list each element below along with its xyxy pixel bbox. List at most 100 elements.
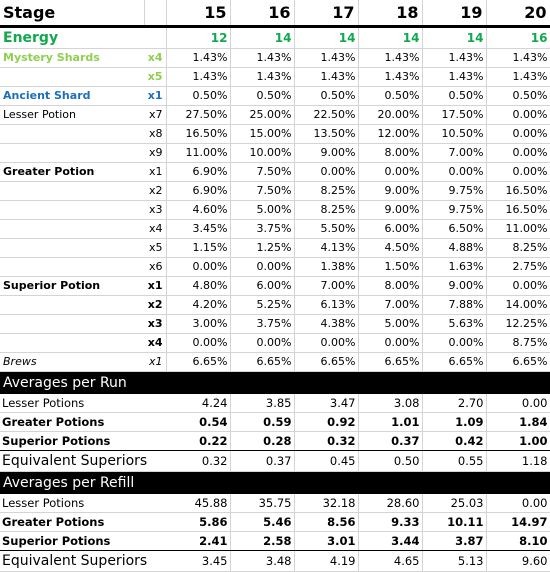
drop-item-label[interactable]: Lesser Potion <box>0 105 144 125</box>
drop-chance-cell[interactable]: 1.63% <box>422 257 487 277</box>
drop-quantity-multiplier[interactable]: x9 <box>144 143 167 163</box>
average-value-cell[interactable]: 2.41 <box>166 531 231 551</box>
average-label[interactable]: Greater Potions <box>0 412 166 432</box>
drop-chance-cell[interactable]: 5.00% <box>358 314 423 334</box>
stage-header-label[interactable]: Stage <box>0 0 145 28</box>
average-label[interactable]: Superior Potions <box>0 431 166 451</box>
average-value-cell[interactable]: 8.10 <box>486 531 550 551</box>
drop-chance-cell[interactable]: 7.50% <box>230 181 295 201</box>
drop-chance-cell[interactable]: 12.00% <box>358 124 423 144</box>
drop-chance-cell[interactable]: 0.00% <box>486 143 550 163</box>
drop-chance-cell[interactable]: 10.50% <box>422 124 487 144</box>
drop-quantity-multiplier[interactable]: x4 <box>144 333 167 353</box>
drop-item-label[interactable] <box>0 200 144 220</box>
drop-chance-cell[interactable]: 8.25% <box>294 181 359 201</box>
drop-chance-cell[interactable]: 13.50% <box>294 124 359 144</box>
energy-cost-cell[interactable]: 12 <box>166 26 231 49</box>
drop-chance-cell[interactable]: 8.25% <box>294 200 359 220</box>
drop-chance-cell[interactable]: 1.43% <box>294 48 359 68</box>
average-value-cell[interactable]: 10.11 <box>422 512 487 532</box>
drop-chance-cell[interactable]: 1.43% <box>230 67 295 87</box>
drop-chance-cell[interactable]: 1.43% <box>422 67 487 87</box>
average-value-cell[interactable]: 0.00 <box>486 393 550 413</box>
drop-chance-cell[interactable]: 11.00% <box>486 219 550 239</box>
drop-chance-cell[interactable]: 20.00% <box>358 105 423 125</box>
drop-chance-cell[interactable]: 22.50% <box>294 105 359 125</box>
drop-chance-cell[interactable]: 1.43% <box>486 48 550 68</box>
drop-chance-cell[interactable]: 0.50% <box>358 86 423 106</box>
energy-cost-cell[interactable]: 16 <box>486 26 550 49</box>
drop-chance-cell[interactable]: 0.00% <box>166 257 231 277</box>
average-value-cell[interactable]: 28.60 <box>358 493 423 513</box>
drop-chance-cell[interactable]: 1.43% <box>230 48 295 68</box>
drop-item-label[interactable] <box>0 181 144 201</box>
drop-item-label[interactable] <box>0 295 144 315</box>
stage-column-header[interactable]: 19 <box>422 0 487 28</box>
average-label[interactable]: Equivalent Superiors <box>0 550 166 572</box>
average-label[interactable]: Greater Potions <box>0 512 166 532</box>
average-value-cell[interactable]: 9.33 <box>358 512 423 532</box>
drop-item-label[interactable]: Mystery Shards <box>0 48 144 68</box>
drop-chance-cell[interactable]: 0.50% <box>486 86 550 106</box>
drop-chance-cell[interactable]: 9.00% <box>294 143 359 163</box>
drop-chance-cell[interactable]: 8.25% <box>486 238 550 258</box>
average-value-cell[interactable]: 3.47 <box>294 393 359 413</box>
drop-chance-cell[interactable]: 10.00% <box>230 143 295 163</box>
drop-chance-cell[interactable]: 1.43% <box>166 48 231 68</box>
drop-chance-cell[interactable]: 9.00% <box>422 276 487 296</box>
drop-chance-cell[interactable]: 0.00% <box>230 333 295 353</box>
drop-chance-cell[interactable]: 0.00% <box>486 276 550 296</box>
drop-chance-cell[interactable]: 1.43% <box>486 67 550 87</box>
average-value-cell[interactable]: 3.85 <box>230 393 295 413</box>
energy-label[interactable]: Energy <box>0 26 144 49</box>
average-value-cell[interactable]: 9.60 <box>486 550 550 572</box>
energy-cost-cell[interactable]: 14 <box>422 26 487 49</box>
drop-item-label[interactable]: Ancient Shard <box>0 86 144 106</box>
drop-chance-cell[interactable]: 6.65% <box>230 352 295 372</box>
drop-chance-cell[interactable]: 5.50% <box>294 219 359 239</box>
drop-chance-cell[interactable]: 0.50% <box>166 86 231 106</box>
drop-chance-cell[interactable]: 6.65% <box>166 352 231 372</box>
average-value-cell[interactable]: 0.37 <box>358 431 423 451</box>
drop-chance-cell[interactable]: 17.50% <box>422 105 487 125</box>
average-value-cell[interactable]: 3.45 <box>166 550 231 572</box>
drop-quantity-multiplier[interactable]: x4 <box>144 48 167 68</box>
stage-column-header[interactable]: 17 <box>294 0 359 28</box>
drop-chance-cell[interactable]: 1.43% <box>358 48 423 68</box>
drop-chance-cell[interactable]: 9.75% <box>422 200 487 220</box>
drop-chance-cell[interactable]: 4.38% <box>294 314 359 334</box>
header-empty-cell[interactable] <box>144 0 167 28</box>
drop-chance-cell[interactable]: 3.00% <box>166 314 231 334</box>
drop-chance-cell[interactable]: 0.50% <box>230 86 295 106</box>
average-value-cell[interactable]: 0.50 <box>358 450 423 472</box>
average-value-cell[interactable]: 1.09 <box>422 412 487 432</box>
drop-chance-cell[interactable]: 8.75% <box>486 333 550 353</box>
drop-chance-cell[interactable]: 1.43% <box>166 67 231 87</box>
drop-chance-cell[interactable]: 14.00% <box>486 295 550 315</box>
drop-chance-cell[interactable]: 6.00% <box>358 219 423 239</box>
drop-chance-cell[interactable]: 12.25% <box>486 314 550 334</box>
drop-chance-cell[interactable]: 3.75% <box>230 314 295 334</box>
average-value-cell[interactable]: 5.46 <box>230 512 295 532</box>
drop-chance-cell[interactable]: 16.50% <box>486 181 550 201</box>
drop-chance-cell[interactable]: 0.00% <box>166 333 231 353</box>
drop-chance-cell[interactable]: 5.63% <box>422 314 487 334</box>
drop-chance-cell[interactable]: 6.90% <box>166 162 231 182</box>
average-value-cell[interactable]: 3.48 <box>230 550 295 572</box>
drop-chance-cell[interactable]: 27.50% <box>166 105 231 125</box>
average-value-cell[interactable]: 1.01 <box>358 412 423 432</box>
drop-chance-cell[interactable]: 5.25% <box>230 295 295 315</box>
drop-item-label[interactable] <box>0 219 144 239</box>
average-value-cell[interactable]: 0.92 <box>294 412 359 432</box>
average-value-cell[interactable]: 0.55 <box>422 450 487 472</box>
drop-chance-cell[interactable]: 16.50% <box>486 200 550 220</box>
drop-chance-cell[interactable]: 5.00% <box>230 200 295 220</box>
average-value-cell[interactable]: 2.70 <box>422 393 487 413</box>
average-value-cell[interactable]: 1.18 <box>486 450 550 472</box>
drop-chance-cell[interactable]: 8.00% <box>358 143 423 163</box>
average-value-cell[interactable]: 45.88 <box>166 493 231 513</box>
average-value-cell[interactable]: 0.32 <box>294 431 359 451</box>
average-value-cell[interactable]: 32.18 <box>294 493 359 513</box>
drop-chance-cell[interactable]: 0.00% <box>422 333 487 353</box>
drop-chance-cell[interactable]: 15.00% <box>230 124 295 144</box>
